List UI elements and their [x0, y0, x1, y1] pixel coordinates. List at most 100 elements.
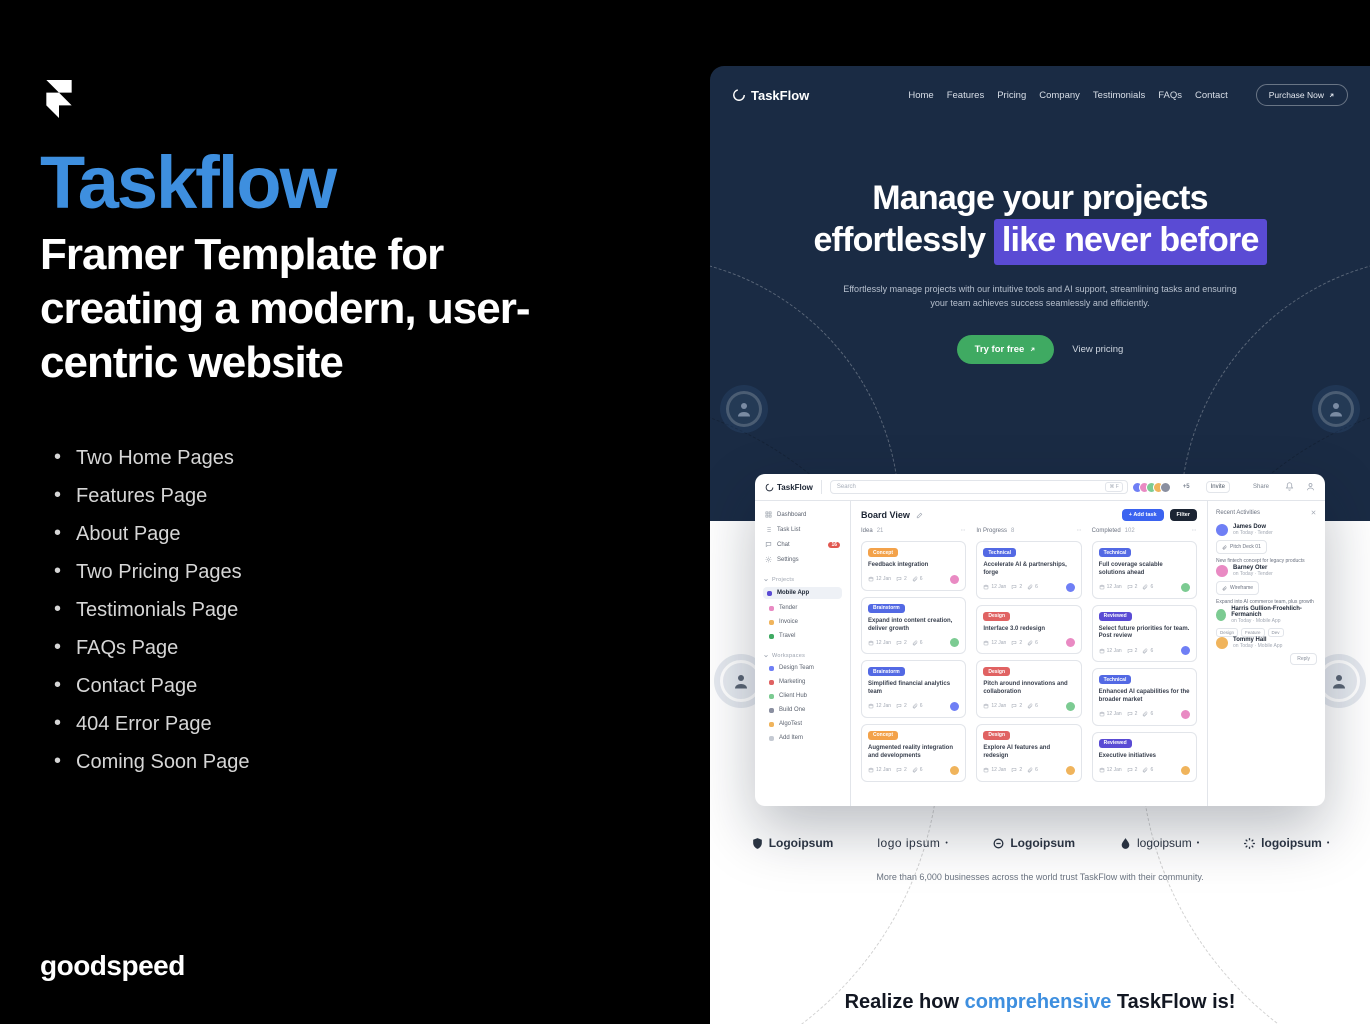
project-item[interactable]: Tender: [763, 603, 842, 613]
project-label: Tender: [779, 605, 797, 611]
board-columns: Idea21 Concept Feedback integration 12 Ja…: [861, 527, 1197, 798]
purchase-button[interactable]: Purchase Now: [1256, 84, 1348, 106]
board-column: In Progress8Technical Accelerate AI & pa…: [976, 527, 1081, 798]
section-label: Workspaces: [772, 653, 805, 659]
column-more[interactable]: [1191, 527, 1197, 535]
board-header: Board View + Add task Filter: [861, 509, 1197, 521]
grid-icon: [765, 511, 772, 518]
sidebar-item-label: Settings: [777, 557, 799, 563]
task-chip: Reviewed: [1099, 612, 1132, 621]
add-task-button[interactable]: + Add task: [1122, 509, 1164, 521]
search-input[interactable]: Search ⌘ F: [830, 480, 1128, 494]
task-card[interactable]: Design Interface 3.0 redesign 12 Jan 2 6: [976, 605, 1081, 655]
task-card[interactable]: Design Explore AI features and redesign …: [976, 724, 1081, 782]
nav-link[interactable]: Pricing: [997, 90, 1026, 101]
user-button[interactable]: [1306, 482, 1315, 493]
task-title: Explore AI features and redesign: [983, 745, 1074, 761]
column-more[interactable]: [960, 527, 966, 535]
activity-item: James Dowon Today · TenderPitch Deck 01N…: [1216, 524, 1317, 565]
task-card[interactable]: Concept Feedback integration 12 Jan 2 6: [861, 541, 966, 591]
workspace-item[interactable]: Marketing: [763, 677, 842, 687]
attachment-pill[interactable]: Pitch Deck 01: [1216, 540, 1267, 554]
task-card[interactable]: Technical Accelerate AI & partnerships, …: [976, 541, 1081, 599]
sidebar-item-settings[interactable]: Settings: [763, 554, 842, 565]
task-card[interactable]: Brainstorm Simplified financial analytic…: [861, 660, 966, 718]
filter-button[interactable]: Filter: [1170, 509, 1197, 521]
task-card[interactable]: Technical Full coverage scalable solutio…: [1092, 541, 1197, 599]
workspace-item[interactable]: Client Hub: [763, 691, 842, 701]
task-card[interactable]: Brainstorm Expand into content creation,…: [861, 597, 966, 655]
app-sidebar: Dashboard Task List Chat16 Settings Proj…: [755, 501, 851, 806]
task-card[interactable]: Technical Enhanced AI capabilities for t…: [1092, 668, 1197, 726]
promo-panel: Taskflow Framer Template for creating a …: [40, 80, 600, 841]
sidebar-item-dashboard[interactable]: Dashboard: [763, 509, 842, 520]
workspace-item[interactable]: Add Item: [763, 733, 842, 743]
app-window: TaskFlow Search ⌘ F +5 Invite Share: [755, 474, 1325, 806]
task-meta: 12 Jan 2 6: [868, 638, 959, 647]
list-item: Contact Page: [58, 667, 600, 705]
sidebar-item-tasklist[interactable]: Task List: [763, 524, 842, 535]
reply-button[interactable]: Reply: [1290, 653, 1317, 665]
nav-link[interactable]: Contact: [1195, 90, 1228, 101]
workspace-label: AlgoTest: [779, 721, 802, 727]
color-dot: [769, 666, 774, 671]
bell-button[interactable]: [1285, 482, 1294, 493]
task-chip: Technical: [1099, 548, 1132, 557]
brand-logo[interactable]: TaskFlow: [732, 88, 809, 103]
invite-button[interactable]: Invite: [1206, 481, 1230, 493]
app-body: Dashboard Task List Chat16 Settings Proj…: [755, 501, 1325, 806]
chevron-down-icon: [763, 653, 769, 659]
person-icon: [1330, 672, 1348, 690]
nav-link[interactable]: Testimonials: [1093, 90, 1145, 101]
color-dot: [769, 620, 774, 625]
task-chip: Technical: [983, 548, 1016, 557]
task-meta: 12 Jan 2 6: [868, 575, 959, 584]
burst-icon: [1243, 837, 1256, 850]
column-more[interactable]: [1076, 527, 1082, 535]
project-item[interactable]: Travel: [763, 631, 842, 641]
list-item: FAQs Page: [58, 629, 600, 667]
app-brand[interactable]: TaskFlow: [765, 483, 813, 492]
nav-link[interactable]: Company: [1039, 90, 1080, 101]
color-dot: [769, 722, 774, 727]
pencil-icon[interactable]: [916, 512, 923, 519]
search-shortcut: ⌘ F: [1105, 482, 1122, 492]
list-item: About Page: [58, 515, 600, 553]
workspace-item[interactable]: Design Team: [763, 663, 842, 673]
workspace-label: Marketing: [779, 679, 805, 685]
view-pricing-link[interactable]: View pricing: [1072, 344, 1123, 355]
member-overflow[interactable]: +5: [1183, 484, 1190, 490]
try-free-button[interactable]: Try for free: [957, 335, 1055, 364]
member-avatars[interactable]: [1136, 482, 1171, 493]
task-card[interactable]: Reviewed Select future priorities for te…: [1092, 605, 1197, 663]
project-item[interactable]: Mobile App: [763, 587, 842, 599]
nav-link[interactable]: FAQs: [1158, 90, 1182, 101]
task-chip: Reviewed: [1099, 739, 1132, 748]
close-icon[interactable]: [1310, 509, 1317, 516]
task-title: Interface 3.0 redesign: [983, 626, 1074, 634]
task-card[interactable]: Reviewed Executive initiatives 12 Jan 2 …: [1092, 732, 1197, 782]
share-button[interactable]: Share: [1246, 482, 1273, 492]
nav-link[interactable]: Features: [947, 90, 985, 101]
workspace-item[interactable]: AlgoTest: [763, 719, 842, 729]
logo-item: Logoipsum: [992, 836, 1075, 850]
sidebar-section-workspaces: Workspaces: [763, 653, 842, 659]
task-card[interactable]: Concept Augmented reality integration an…: [861, 724, 966, 782]
color-dot: [769, 736, 774, 741]
color-dot: [767, 591, 772, 596]
workspace-label: Design Team: [779, 665, 814, 671]
column-header: Idea21: [861, 527, 966, 535]
workspace-label: Build One: [779, 707, 805, 713]
nav-link[interactable]: Home: [908, 90, 933, 101]
task-chip: Brainstorm: [868, 604, 905, 613]
trust-strip: Logoipsum logo ipsum• Logoipsum logoipsu…: [710, 836, 1370, 882]
project-item[interactable]: Invoice: [763, 617, 842, 627]
task-chip: Brainstorm: [868, 667, 905, 676]
sidebar-item-chat[interactable]: Chat16: [763, 539, 842, 550]
avatar: [1216, 609, 1226, 621]
task-card[interactable]: Design Pitch around innovations and coll…: [976, 660, 1081, 718]
attachment-pill[interactable]: Wireframe: [1216, 581, 1259, 595]
list-item: Testimonials Page: [58, 591, 600, 629]
workspace-item[interactable]: Build One: [763, 705, 842, 715]
feature-list: Two Home Pages Features Page About Page …: [58, 439, 600, 781]
